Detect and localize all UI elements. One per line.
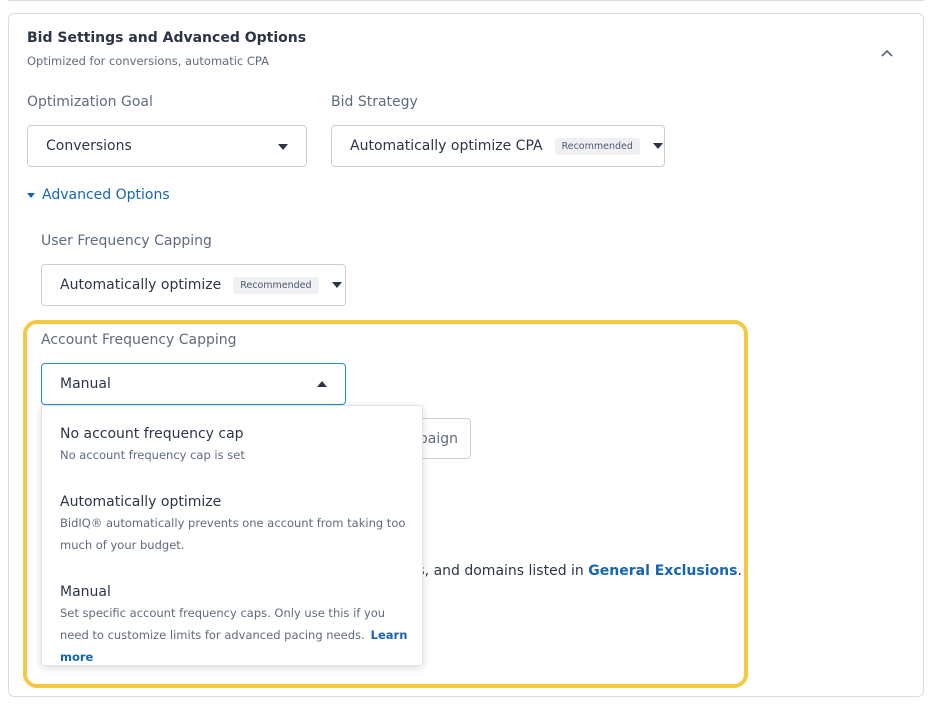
option-description: Set specific account frequency caps. Onl… — [60, 602, 408, 668]
bid-strategy-value: Automatically optimize CPA — [350, 138, 543, 154]
section-subtitle: Optimized for conversions, automatic CPA — [27, 54, 269, 68]
option-auto-optimize[interactable]: Automatically optimize BidIQ® automatica… — [60, 494, 408, 556]
caret-down-icon — [278, 144, 288, 150]
option-title: Manual — [60, 584, 111, 600]
optimization-goal-select[interactable]: Conversions — [27, 125, 307, 167]
bid-strategy-label: Bid Strategy — [331, 94, 418, 110]
user-frequency-value: Automatically optimize — [60, 277, 222, 293]
caret-down-icon — [27, 192, 35, 198]
user-frequency-select[interactable]: Automatically optimize Recommended — [41, 264, 346, 306]
option-title: Automatically optimize — [60, 494, 222, 510]
account-frequency-value: Manual — [60, 376, 111, 392]
exclusions-period: . — [737, 563, 742, 579]
optimization-goal-label: Optimization Goal — [27, 94, 153, 110]
option-title: No account frequency cap — [60, 426, 244, 442]
advanced-options-label: Advanced Options — [42, 187, 170, 203]
section-title: Bid Settings and Advanced Options — [27, 30, 307, 46]
account-frequency-select[interactable]: Manual — [41, 363, 346, 405]
optimization-goal-value: Conversions — [46, 138, 132, 154]
option-manual[interactable]: Manual Set specific account frequency ca… — [60, 584, 408, 668]
user-frequency-label: User Frequency Capping — [41, 233, 212, 249]
general-exclusions-link[interactable]: General Exclusions — [588, 563, 737, 579]
account-frequency-label: Account Frequency Capping — [41, 332, 237, 348]
bid-strategy-select[interactable]: Automatically optimize CPA Recommended — [331, 125, 665, 167]
recommended-badge: Recommended — [554, 137, 640, 155]
exclusions-text: ers, and domains listed in General Exclu… — [403, 563, 742, 579]
exclusions-text-fragment: ers, and domains listed in — [403, 563, 589, 579]
caret-up-icon — [317, 381, 327, 387]
chevron-up-icon[interactable] — [878, 44, 896, 62]
caret-down-icon — [331, 282, 342, 288]
top-divider — [8, 0, 924, 1]
option-description-text: Set specific account frequency caps. Onl… — [60, 606, 386, 642]
account-frequency-dropdown: No account frequency cap No account freq… — [41, 405, 423, 666]
option-description: No account frequency cap is set — [60, 448, 245, 462]
option-no-cap[interactable]: No account frequency cap No account freq… — [60, 426, 408, 466]
advanced-options-toggle[interactable]: Advanced Options — [27, 187, 170, 203]
recommended-badge: Recommended — [233, 276, 319, 294]
campaign-button-label: paign — [418, 430, 458, 447]
caret-down-icon — [652, 143, 663, 149]
option-description: BidIQ® automatically prevents one accoun… — [60, 516, 406, 552]
